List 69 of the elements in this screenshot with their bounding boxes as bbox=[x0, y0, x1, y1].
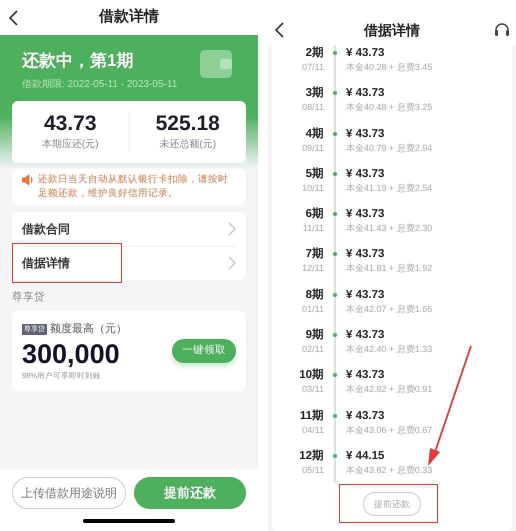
summary-label: 本期应还(元) bbox=[42, 138, 99, 152]
installment-amount: ¥ 43.73 bbox=[346, 247, 386, 262]
due-date: 07/11 bbox=[302, 61, 324, 74]
period-label: 6期 bbox=[306, 206, 324, 222]
period-label: 7期 bbox=[306, 246, 324, 262]
summary-label: 未还总额(元) bbox=[159, 138, 216, 152]
period-label: 11期 bbox=[300, 408, 324, 424]
notice-text: 还款日当天自动从默认银行卡扣除，请按时足额还款，维护良好信用记录。 bbox=[38, 172, 229, 200]
installment-breakdown: 本金43.82 + 息费0.33 bbox=[346, 464, 432, 477]
back-icon[interactable] bbox=[274, 22, 284, 38]
page-title: 借款详情 bbox=[99, 7, 159, 28]
installment-breakdown: 本金41.43 + 息费2.30 bbox=[346, 222, 432, 236]
period-label: 8期 bbox=[306, 287, 324, 303]
installment-amount: ¥ 43.73 bbox=[346, 46, 386, 61]
period-label: 12期 bbox=[299, 448, 324, 464]
chevron-icon bbox=[228, 256, 236, 270]
due-date: 01/11 bbox=[302, 302, 324, 316]
menu-item[interactable]: 借据详情 bbox=[22, 246, 236, 280]
summary-value: 43.73 bbox=[44, 111, 97, 137]
installment-amount: ¥ 43.73 bbox=[346, 166, 386, 182]
due-date: 08/11 bbox=[302, 101, 324, 114]
installment-amount: ¥ 43.73 bbox=[346, 288, 386, 303]
menu-item[interactable]: 借款合同 bbox=[22, 212, 236, 246]
installment-breakdown: 本金40.79 + 息费2.94 bbox=[346, 142, 432, 155]
installment-breakdown: 本金40.48 + 息费3.25 bbox=[346, 101, 432, 114]
due-date: 02/11 bbox=[302, 343, 324, 356]
wallet-icon bbox=[200, 50, 232, 78]
due-date: 03/11 bbox=[302, 383, 324, 396]
claim-button[interactable]: 一键领取 bbox=[172, 339, 236, 364]
installment-breakdown: 本金42.07 + 息费1.66 bbox=[346, 302, 432, 316]
summary-value: 525.18 bbox=[156, 111, 220, 137]
upload-button[interactable]: 上传借款用途说明 bbox=[12, 477, 126, 509]
headset-icon[interactable] bbox=[494, 22, 510, 38]
installment-amount: ¥ 44.15 bbox=[346, 448, 386, 464]
installment-breakdown: 本金42.40 + 息费1.33 bbox=[346, 343, 432, 356]
due-date: 10/11 bbox=[302, 182, 324, 195]
due-date: 09/11 bbox=[302, 142, 324, 155]
installment-amount: ¥ 43.73 bbox=[346, 86, 386, 102]
installment-amount: ¥ 43.73 bbox=[346, 408, 386, 424]
back-icon[interactable] bbox=[8, 10, 18, 26]
loan-period: 借款期限: 2022-05-11 - 2023-05-11 bbox=[22, 78, 178, 92]
installment-breakdown: 本金41.19 + 息费2.54 bbox=[346, 182, 432, 195]
installment-amount: ¥ 43.73 bbox=[346, 328, 386, 344]
installment-breakdown: 本金40.28 + 息费3.45 bbox=[346, 61, 432, 74]
page-title: 借据详情 bbox=[364, 20, 420, 40]
due-date: 11/11 bbox=[302, 222, 324, 236]
installment-amount: ¥ 43.73 bbox=[346, 126, 386, 142]
period-label: 3期 bbox=[306, 85, 324, 102]
period-label: 5期 bbox=[306, 166, 324, 182]
due-date: 04/11 bbox=[302, 424, 324, 437]
promo-label: 额度最高（元） bbox=[50, 322, 127, 338]
installment-breakdown: 本金42.82 + 息费0.91 bbox=[346, 383, 432, 396]
installment-breakdown: 本金43.06 + 息费0.67 bbox=[346, 424, 432, 437]
period-label: 10期 bbox=[299, 367, 324, 384]
due-date: 12/11 bbox=[302, 262, 324, 276]
due-date: 05/11 bbox=[302, 464, 324, 477]
installment-amount: ¥ 43.73 bbox=[346, 368, 386, 384]
section-title: 尊享贷 bbox=[12, 290, 46, 304]
period-label: 4期 bbox=[306, 126, 324, 142]
installment-amount: ¥ 43.73 bbox=[346, 207, 386, 222]
prepay-button[interactable]: 提前还款 bbox=[134, 477, 246, 509]
period-label: 2期 bbox=[306, 45, 324, 61]
speaker-icon bbox=[22, 174, 33, 184]
period-label: 9期 bbox=[306, 327, 324, 344]
chevron-icon bbox=[228, 222, 236, 236]
promo-amount: 300,000 bbox=[22, 338, 121, 370]
installment-breakdown: 本金41.81 + 息费1.92 bbox=[346, 262, 432, 276]
repayment-status: 还款中，第1期 bbox=[22, 50, 134, 72]
prepay-button[interactable]: 提前还款 bbox=[363, 492, 421, 516]
